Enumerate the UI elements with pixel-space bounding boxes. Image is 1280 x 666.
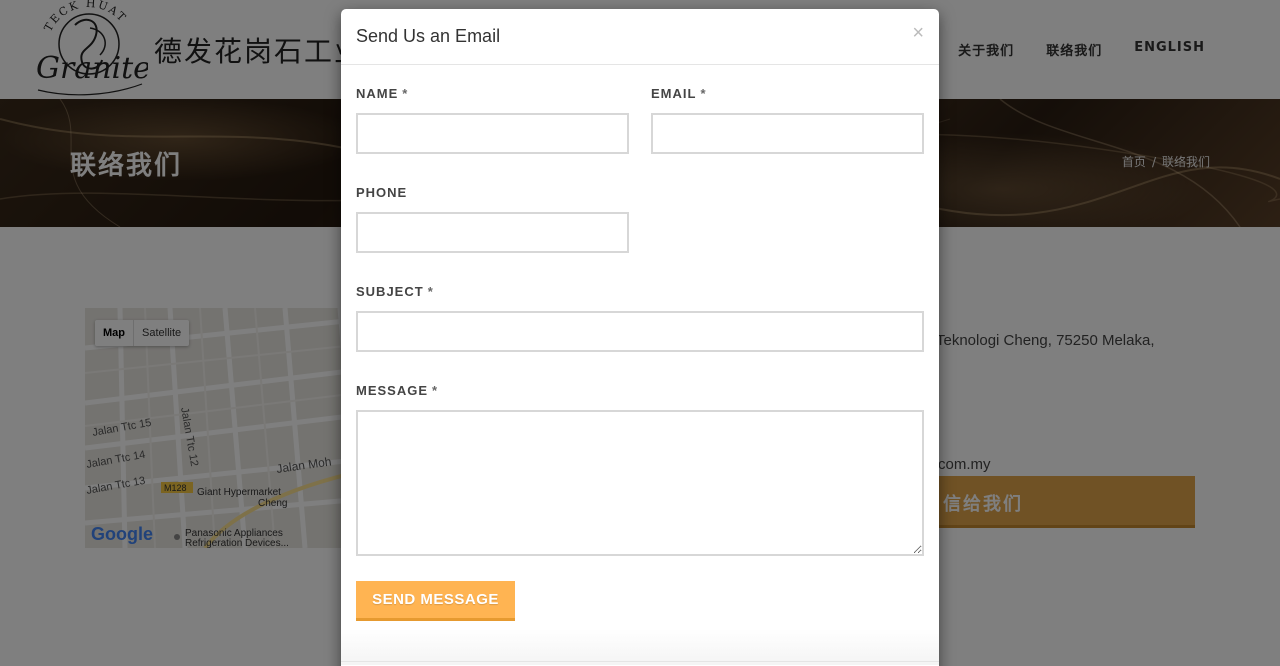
modal-header: Send Us an Email × — [341, 9, 939, 65]
required-asterisk: * — [402, 86, 409, 101]
email-label: EMAIL * — [651, 86, 707, 101]
email-input[interactable] — [651, 113, 924, 154]
send-email-modal: Send Us an Email × NAME * EMAIL * PHONE SU… — [341, 9, 939, 666]
close-icon[interactable]: × — [912, 23, 924, 43]
required-asterisk: * — [427, 284, 434, 299]
subject-label: SUBJECT * — [356, 284, 434, 299]
required-asterisk: * — [432, 383, 439, 398]
required-asterisk: * — [700, 86, 707, 101]
subject-input[interactable] — [356, 311, 924, 352]
message-textarea[interactable] — [356, 410, 924, 556]
phone-label: PHONE — [356, 185, 408, 200]
phone-input[interactable] — [356, 212, 629, 253]
modal-title: Send Us an Email — [356, 26, 501, 46]
modal-footer — [341, 629, 939, 665]
name-input[interactable] — [356, 113, 629, 154]
modal-footer-divider — [341, 661, 939, 662]
name-label: NAME * — [356, 86, 409, 101]
message-label: MESSAGE * — [356, 383, 439, 398]
send-message-button[interactable]: SEND MESSAGE — [356, 581, 515, 621]
